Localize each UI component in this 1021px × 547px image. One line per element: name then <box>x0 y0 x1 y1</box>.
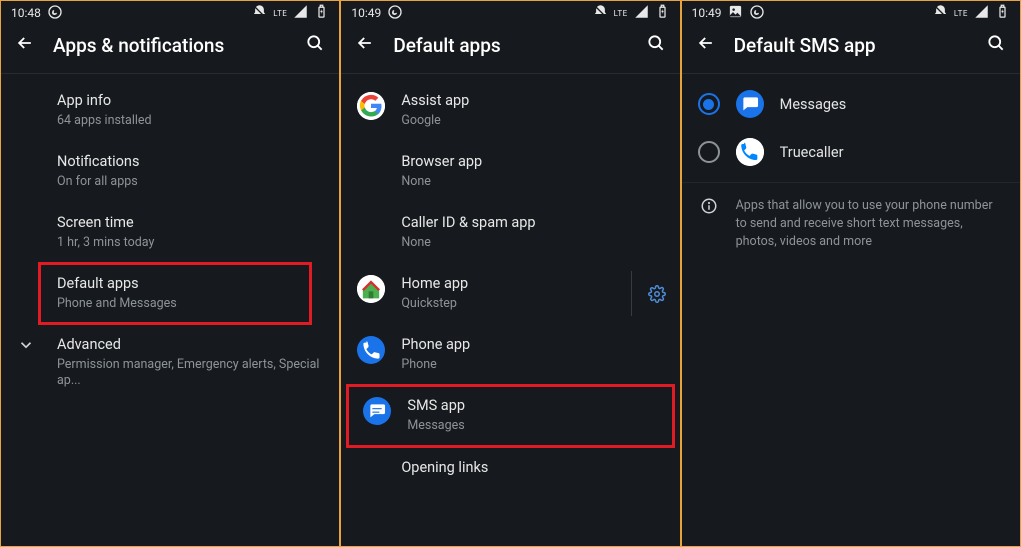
item-app-info[interactable]: App info 64 apps installed <box>1 80 339 141</box>
status-bar: 10:49 LTE <box>682 1 1020 23</box>
item-screen-time[interactable]: Screen time 1 hr, 3 mins today <box>1 202 339 263</box>
divider <box>631 271 632 316</box>
page-title: Default apps <box>393 34 627 57</box>
dnd-icon <box>933 4 948 22</box>
battery-icon <box>995 4 1010 22</box>
status-bar: 10:49 LTE <box>341 1 679 23</box>
chevron-down-icon <box>17 336 57 354</box>
header: Apps & notifications <box>1 23 339 71</box>
item-advanced[interactable]: Advanced Permission manager, Emergency al… <box>1 324 339 401</box>
item-sub: 64 apps installed <box>57 113 323 129</box>
whatsapp-icon <box>47 4 63 23</box>
back-icon[interactable] <box>696 33 716 57</box>
truecaller-icon <box>736 138 764 166</box>
info-row: Apps that allow you to use your phone nu… <box>682 183 1020 265</box>
back-icon[interactable] <box>15 33 35 57</box>
google-icon <box>357 92 385 120</box>
settings-list: App info 64 apps installed Notifications O… <box>1 74 339 546</box>
item-title: Advanced <box>57 336 323 355</box>
item-title: Opening links <box>401 459 663 478</box>
item-title: Phone app <box>401 336 663 355</box>
status-time: 10:49 <box>692 6 722 20</box>
status-time: 10:48 <box>11 6 41 20</box>
sms-app-options: Messages Truecaller Apps that allow you … <box>682 74 1020 546</box>
item-sub: Messages <box>407 418 657 434</box>
back-icon[interactable] <box>355 33 375 57</box>
item-sub: None <box>401 174 663 190</box>
search-icon[interactable] <box>986 33 1006 57</box>
info-icon <box>698 197 720 215</box>
item-title: Default apps <box>57 275 295 294</box>
panel-apps-notifications: 10:48 LTE Apps & notifications App info 6… <box>0 0 340 547</box>
gear-icon[interactable] <box>648 285 666 303</box>
info-text: Apps that allow you to use your phone nu… <box>736 197 1004 251</box>
lte-icon: LTE <box>954 9 968 18</box>
item-browser-app[interactable]: Browser app None <box>341 141 679 202</box>
dnd-icon <box>252 4 267 22</box>
option-label: Truecaller <box>780 144 1004 161</box>
item-title: SMS app <box>407 397 657 416</box>
quickstep-icon <box>357 275 385 303</box>
item-sub: 1 hr, 3 mins today <box>57 235 323 251</box>
item-assist-app[interactable]: Assist app Google <box>341 80 679 141</box>
signal-icon <box>974 4 989 22</box>
item-home-app[interactable]: Home app Quickstep <box>341 263 679 324</box>
messages-icon <box>736 90 764 118</box>
whatsapp-icon <box>749 4 765 23</box>
default-apps-list: Assist app Google Browser app None Caller … <box>341 74 679 546</box>
option-truecaller[interactable]: Truecaller <box>682 128 1020 176</box>
search-icon[interactable] <box>646 33 666 57</box>
dnd-icon <box>593 4 608 22</box>
signal-icon <box>634 4 649 22</box>
item-title: Screen time <box>57 214 323 233</box>
whatsapp-icon <box>387 4 403 23</box>
header: Default apps <box>341 23 679 71</box>
item-sub: Google <box>401 113 663 129</box>
panel-default-apps: 10:49 LTE Default apps Assist app Google … <box>340 0 680 547</box>
option-label: Messages <box>780 96 1004 113</box>
item-sub: Permission manager, Emergency alerts, Sp… <box>57 357 323 390</box>
signal-icon <box>293 4 308 22</box>
item-title: Caller ID & spam app <box>401 214 663 233</box>
item-caller-id-app[interactable]: Caller ID & spam app None <box>341 202 679 263</box>
header: Default SMS app <box>682 23 1020 71</box>
radio-selected-icon <box>698 93 720 115</box>
phone-icon <box>357 336 385 364</box>
option-messages[interactable]: Messages <box>682 80 1020 128</box>
battery-icon <box>314 4 329 22</box>
gallery-icon <box>728 4 743 22</box>
search-icon[interactable] <box>305 33 325 57</box>
item-phone-app[interactable]: Phone app Phone <box>341 324 679 385</box>
item-sub: Phone <box>401 357 663 373</box>
page-title: Default SMS app <box>734 34 968 57</box>
lte-icon: LTE <box>614 9 628 18</box>
item-sub: Quickstep <box>401 296 663 312</box>
item-sms-app[interactable]: SMS app Messages <box>347 385 673 446</box>
panel-default-sms-app: 10:49 LTE Default SMS app Messages Truec… <box>681 0 1021 547</box>
item-default-apps[interactable]: Default apps Phone and Messages <box>39 263 311 324</box>
item-title: Assist app <box>401 92 663 111</box>
status-time: 10:49 <box>351 6 381 20</box>
item-title: Notifications <box>57 153 323 172</box>
item-title: Browser app <box>401 153 663 172</box>
item-sub: On for all apps <box>57 174 323 190</box>
item-title: Home app <box>401 275 663 294</box>
lte-icon: LTE <box>273 9 287 18</box>
page-title: Apps & notifications <box>53 34 287 57</box>
item-opening-links[interactable]: Opening links <box>341 447 679 490</box>
battery-icon <box>655 4 670 22</box>
messages-icon <box>363 397 391 425</box>
radio-unselected-icon <box>698 141 720 163</box>
status-bar: 10:48 LTE <box>1 1 339 23</box>
item-sub: Phone and Messages <box>57 296 295 312</box>
item-title: App info <box>57 92 323 111</box>
item-sub: None <box>401 235 663 251</box>
item-notifications[interactable]: Notifications On for all apps <box>1 141 339 202</box>
